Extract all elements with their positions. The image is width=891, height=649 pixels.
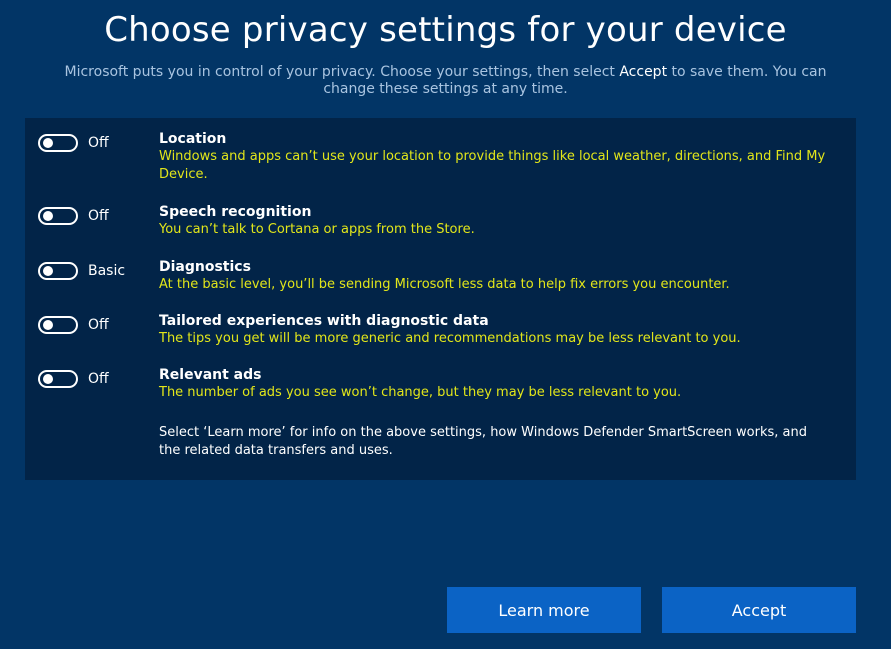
speech-toggle[interactable]: [38, 207, 78, 225]
subtitle-accept-emphasis: Accept: [619, 64, 668, 80]
settings-panel: Off Location Windows and apps can’t use …: [25, 118, 856, 480]
ads-toggle[interactable]: [38, 370, 78, 388]
ads-state: Off: [88, 371, 109, 387]
speech-description: You can’t talk to Cortana or apps from t…: [159, 222, 475, 237]
location-toggle[interactable]: [38, 134, 78, 152]
diagnostics-state: Basic: [88, 263, 126, 279]
location-state: Off: [88, 135, 109, 151]
toggle-knob: [43, 138, 53, 148]
ads-description: The number of ads you see won’t change, …: [159, 385, 682, 400]
speech-state: Off: [88, 208, 109, 224]
learn-more-note: Select ‘Learn more’ for info on the abov…: [159, 425, 807, 458]
location-title: Location: [159, 131, 227, 147]
subtitle-text-start: Microsoft puts you in control of your pr…: [64, 64, 620, 80]
tailored-description: The tips you get will be more generic an…: [159, 331, 741, 346]
learn-more-button[interactable]: Learn more: [447, 587, 641, 633]
page-title: Choose privacy settings for your device: [104, 10, 787, 50]
location-description: Windows and apps can’t use your location…: [159, 149, 826, 182]
toggle-knob: [43, 374, 53, 384]
toggle-knob: [43, 320, 53, 330]
diagnostics-description: At the basic level, you’ll be sending Mi…: [159, 277, 730, 292]
accept-button[interactable]: Accept: [662, 587, 856, 633]
diagnostics-toggle[interactable]: [38, 262, 78, 280]
tailored-title: Tailored experiences with diagnostic dat…: [159, 313, 489, 329]
page-subtitle: Microsoft puts you in control of your pr…: [40, 64, 851, 98]
toggle-knob: [43, 211, 53, 221]
tailored-state: Off: [88, 317, 109, 333]
speech-title: Speech recognition: [159, 204, 312, 220]
diagnostics-title: Diagnostics: [159, 259, 251, 275]
ads-title: Relevant ads: [159, 367, 262, 383]
tailored-toggle[interactable]: [38, 316, 78, 334]
toggle-knob: [43, 266, 53, 276]
